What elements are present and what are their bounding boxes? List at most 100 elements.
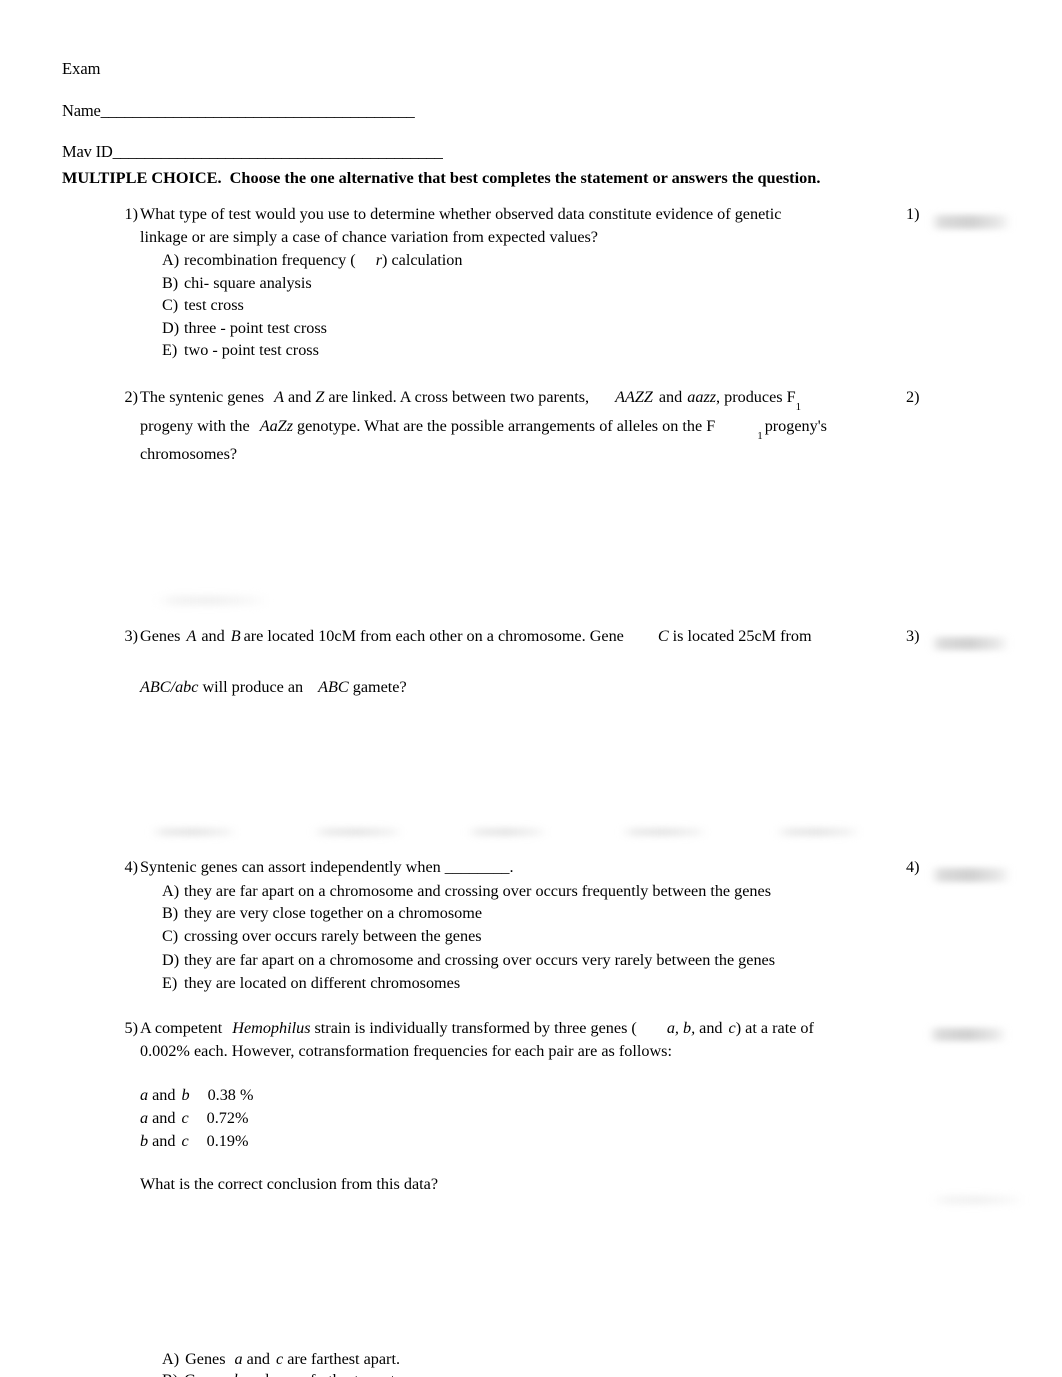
q3-text-a: Genes <box>140 627 181 645</box>
q2-text-c: are linked. A cross between two parents, <box>328 388 590 406</box>
q3-text-e: will produce an <box>202 677 304 696</box>
option-gene-1: a <box>234 1350 243 1368</box>
question-1-option-d[interactable]: D) three - point test cross <box>162 317 840 340</box>
question-1-option-e[interactable]: E) two - point test cross <box>162 339 840 362</box>
option-gene-2: c <box>276 1350 284 1368</box>
question-5-body: A competent Hemophilus strain is individua… <box>140 1017 900 1196</box>
question-5-answer-blank[interactable] <box>928 1028 1008 1041</box>
option-text-post: are farthest apart. <box>287 1350 400 1368</box>
question-3-answer-blank[interactable] <box>930 637 1010 650</box>
question-1-answer-blank[interactable] <box>930 215 1012 229</box>
exam-label: Exam <box>62 59 101 78</box>
cotransformation-row-1: a and b 0.38 % <box>140 1084 900 1107</box>
question-5-option-a[interactable]: A) Genes a and c are farthest apart. <box>162 1348 400 1371</box>
question-3-number: 3) <box>124 627 138 645</box>
question-3-body: Genes Aand Bare located 10cM from each oth… <box>140 625 900 698</box>
option-gene-2: c <box>275 1371 282 1377</box>
question-4-option-c[interactable]: C) crossing over occurs rarely between th… <box>162 925 900 948</box>
q2-text-d: and <box>658 388 683 406</box>
freq-gene-2: b <box>181 1086 190 1104</box>
q5-text-d: ) at a rate of <box>735 1019 814 1037</box>
question-3-erased-option-c <box>466 828 548 836</box>
q5-genes-ab: a, b, <box>666 1019 696 1037</box>
question-4-option-d[interactable]: D) they are far apart on a chromosome and… <box>162 949 900 972</box>
q3-gene-b: B <box>230 627 241 645</box>
question-1-option-b[interactable]: B) chi- square analysis <box>162 272 840 295</box>
cotransformation-row-2: a and c 0.72% <box>140 1107 900 1130</box>
question-2-stem-line-2: progeny with the AaZz genotype. What are t… <box>140 415 900 444</box>
q2-f1-subscript: 1 <box>795 401 802 414</box>
q2-text-b: and <box>287 388 312 406</box>
question-5-conclusion-prompt: What is the correct conclusion from this… <box>140 1175 439 1193</box>
option-text-pre: Genes <box>185 1350 226 1368</box>
question-4-stem: Syntenic genes can assort independently … <box>140 858 514 876</box>
q2-gene-aazz: AAZZ <box>615 388 653 406</box>
question-5-erased-smudge <box>930 1196 1026 1204</box>
question-2-erased-answer-smudge <box>155 596 270 605</box>
question-1-body: What type of test would you use to deter… <box>140 203 840 362</box>
question-2-answer-number: 2) <box>906 388 920 406</box>
freq-value: 0.72% <box>206 1109 249 1127</box>
option-text: crossing over occurs rarely between the … <box>184 926 482 945</box>
question-2-stem-line-1: The syntenic genes Aand Zare linked. A cro… <box>140 386 900 415</box>
question-4-answer-blank[interactable] <box>930 868 1012 882</box>
freq-value: 0.19% <box>206 1132 249 1150</box>
option-text: chi- square analysis <box>184 273 312 292</box>
q2-text-g: genotype. What are the possible arrangem… <box>297 416 716 435</box>
question-3-erased-option-b <box>312 828 404 836</box>
freq-gene-1: b <box>140 1132 149 1150</box>
q3-text-c: are located 10cM from each other on a ch… <box>243 627 624 645</box>
question-1-answer-number: 1) <box>906 205 920 223</box>
question-5-option-b-clipped[interactable]: B) Genes bandc are farthest apart. <box>162 1371 722 1377</box>
exam-page: Exam Name_______________________________… <box>0 0 1062 1377</box>
option-text: test cross <box>184 296 244 314</box>
q3-text-b: and <box>201 627 225 645</box>
q2-text-e: , produces F <box>716 388 796 406</box>
question-4-option-b[interactable]: B) they are very close together on a chro… <box>162 902 900 925</box>
q3-text-f: gamete? <box>352 677 407 696</box>
option-gene-1: b <box>234 1371 242 1377</box>
question-5-stem-line-2: 0.002% each. However, cotransformation f… <box>140 1041 672 1060</box>
option-letter: A) <box>162 251 180 269</box>
q3-gamete-abc: ABC <box>318 677 349 696</box>
option-text: two - point test cross <box>184 341 319 359</box>
question-1-stem-line-1: What type of test would you use to deter… <box>140 205 782 223</box>
question-4-option-a[interactable]: A) they are far apart on a chromosome and… <box>162 880 900 903</box>
q2-gene-a: A <box>274 388 284 406</box>
question-4-number: 4) <box>124 858 138 876</box>
question-1-option-a[interactable]: A) recombination frequency (r) calculatio… <box>162 249 840 272</box>
q5-text-c: and <box>699 1019 723 1037</box>
option-letter: A) <box>162 881 180 900</box>
question-1-option-c[interactable]: C) test cross <box>162 294 840 317</box>
freq-gene-2: c <box>181 1132 189 1150</box>
name-rule[interactable]: _______________________________________ <box>101 101 415 120</box>
question-5-number: 5) <box>124 1019 138 1037</box>
freq-gene-2: c <box>181 1109 189 1127</box>
mavid-rule[interactable]: ________________________________________… <box>113 142 443 161</box>
question-3-answer-number: 3) <box>906 627 920 645</box>
q3-text-d: is located 25cM from <box>672 627 812 645</box>
question-3-erased-option-d <box>620 828 708 836</box>
q2-text-h: progeny's <box>764 416 827 435</box>
question-2-stem-line-3: chromosomes? <box>140 445 238 464</box>
q3-genotype-abc-abc: ABC/abc <box>140 677 199 696</box>
question-4-option-e[interactable]: E) they are located on different chromoso… <box>162 972 900 995</box>
option-text: recombination frequency ( <box>184 251 356 269</box>
option-text-pre: Genes <box>184 1371 224 1377</box>
q3-gene-c: C <box>657 627 669 645</box>
freq-gene-1: a <box>140 1109 149 1127</box>
multiple-choice-instruction: MULTIPLE CHOICE. Choose the one alternat… <box>62 168 821 187</box>
option-text: they are very close together on a chromo… <box>184 904 483 922</box>
mavid-field-line: Mav ID__________________________________… <box>62 141 443 163</box>
option-text: they are located on different chromosome… <box>184 973 461 992</box>
option-text-mid: and <box>246 1350 271 1368</box>
question-3-erased-option-a <box>150 828 238 836</box>
option-text: they are far apart on a chromosome and c… <box>184 881 772 900</box>
option-letter: E) <box>162 341 178 359</box>
freq-sep: and <box>152 1109 176 1127</box>
question-1-number: 1) <box>124 205 138 223</box>
option-letter: C) <box>162 296 179 314</box>
question-3-stem-line-1: Genes Aand Bare located 10cM from each oth… <box>140 625 900 648</box>
question-2-number: 2) <box>124 388 138 406</box>
freq-sep: and <box>152 1086 176 1104</box>
